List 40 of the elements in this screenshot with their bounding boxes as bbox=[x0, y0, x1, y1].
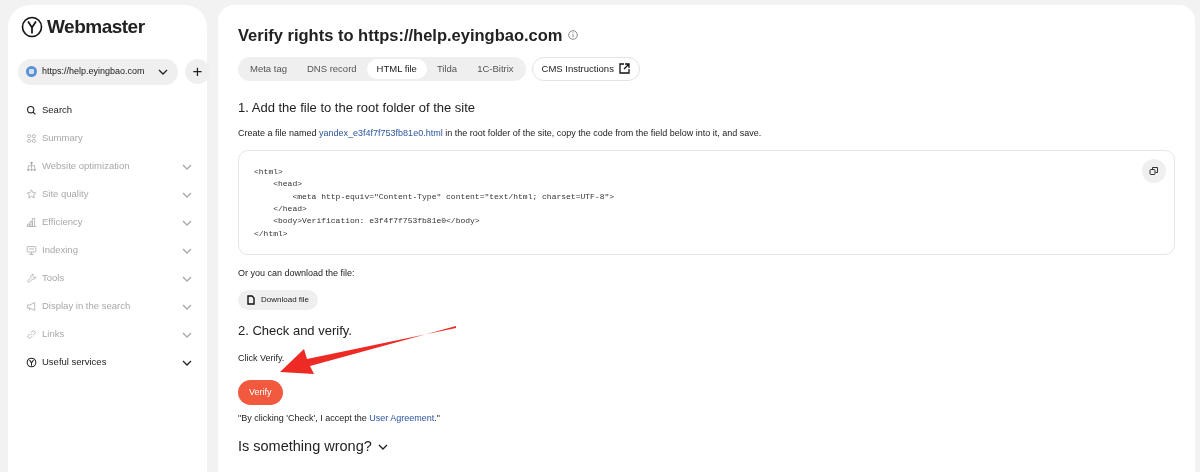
add-site-button[interactable]: + bbox=[185, 59, 210, 84]
agreement-text: "By clicking 'Check', I accept the User Agreement." bbox=[238, 412, 441, 426]
nav-item[interactable]: Search bbox=[18, 96, 208, 125]
step-heading: 2. Check and verify. bbox=[238, 322, 353, 341]
code-text: <html> <head> <meta http-equiv="Content-Type" content="text/html; charset=UTF-8"> </head> <body>Verification: e3f4f7f753fb81e0</body> </html> bbox=[254, 165, 615, 240]
download-file-button[interactable]: Download file bbox=[238, 290, 319, 311]
external-link-icon bbox=[618, 63, 630, 75]
download-text: Or you can download the file: bbox=[238, 266, 356, 280]
chevron-icon bbox=[377, 443, 388, 450]
hierarchy-icon bbox=[26, 161, 37, 172]
tab[interactable]: DNS record bbox=[296, 58, 367, 79]
tab[interactable]: Meta tag bbox=[240, 58, 297, 79]
file-link[interactable]: yandex_e3f4f7f753fb81e0.html bbox=[319, 128, 443, 139]
tab[interactable]: HTML file bbox=[366, 58, 427, 79]
info-icon[interactable] bbox=[567, 30, 578, 41]
tab[interactable]: Tilda bbox=[426, 58, 468, 79]
circle-logo-icon bbox=[26, 357, 37, 368]
link-icon bbox=[26, 329, 37, 340]
monitor-icon bbox=[26, 245, 37, 256]
copy-button[interactable] bbox=[1142, 158, 1166, 183]
instruction-text: Click Verify. bbox=[238, 351, 286, 365]
wrench-icon bbox=[26, 273, 37, 284]
instruction-text: Create a file named yandex_e3f4f7f753fb81e0.html in the root folder of the site, copy the code from the field below into it, and save. bbox=[238, 127, 763, 141]
user-agreement-link[interactable]: User Agreement bbox=[369, 413, 435, 424]
tab[interactable]: 1C-Bitrix bbox=[467, 58, 524, 79]
grid-icon bbox=[26, 133, 37, 144]
page-title: Verify rights to https://help.eyingbao.com bbox=[238, 25, 563, 46]
code-field[interactable]: <html> <head> <meta http-equiv="Content-Type" content="text/html; charset=UTF-8"> </head> <body>Verification: e3f4f7f753fb81e0</body> </html> bbox=[238, 149, 1175, 255]
logo-icon bbox=[21, 16, 43, 39]
copy-icon bbox=[1149, 165, 1159, 176]
nav-item[interactable]: Useful services bbox=[18, 348, 208, 377]
help-toggle[interactable]: Is something wrong? bbox=[238, 435, 388, 458]
search-icon bbox=[26, 105, 37, 116]
bar-chart-icon bbox=[26, 217, 37, 228]
file-icon bbox=[247, 295, 255, 306]
chevron-icon bbox=[158, 68, 168, 75]
megaphone-icon bbox=[26, 301, 37, 312]
site-select[interactable]: https://help.eyingbao.com bbox=[18, 58, 178, 85]
app-title: Webmaster bbox=[47, 15, 145, 39]
step-heading: 1. Add the file to the root folder of the site bbox=[238, 98, 477, 117]
